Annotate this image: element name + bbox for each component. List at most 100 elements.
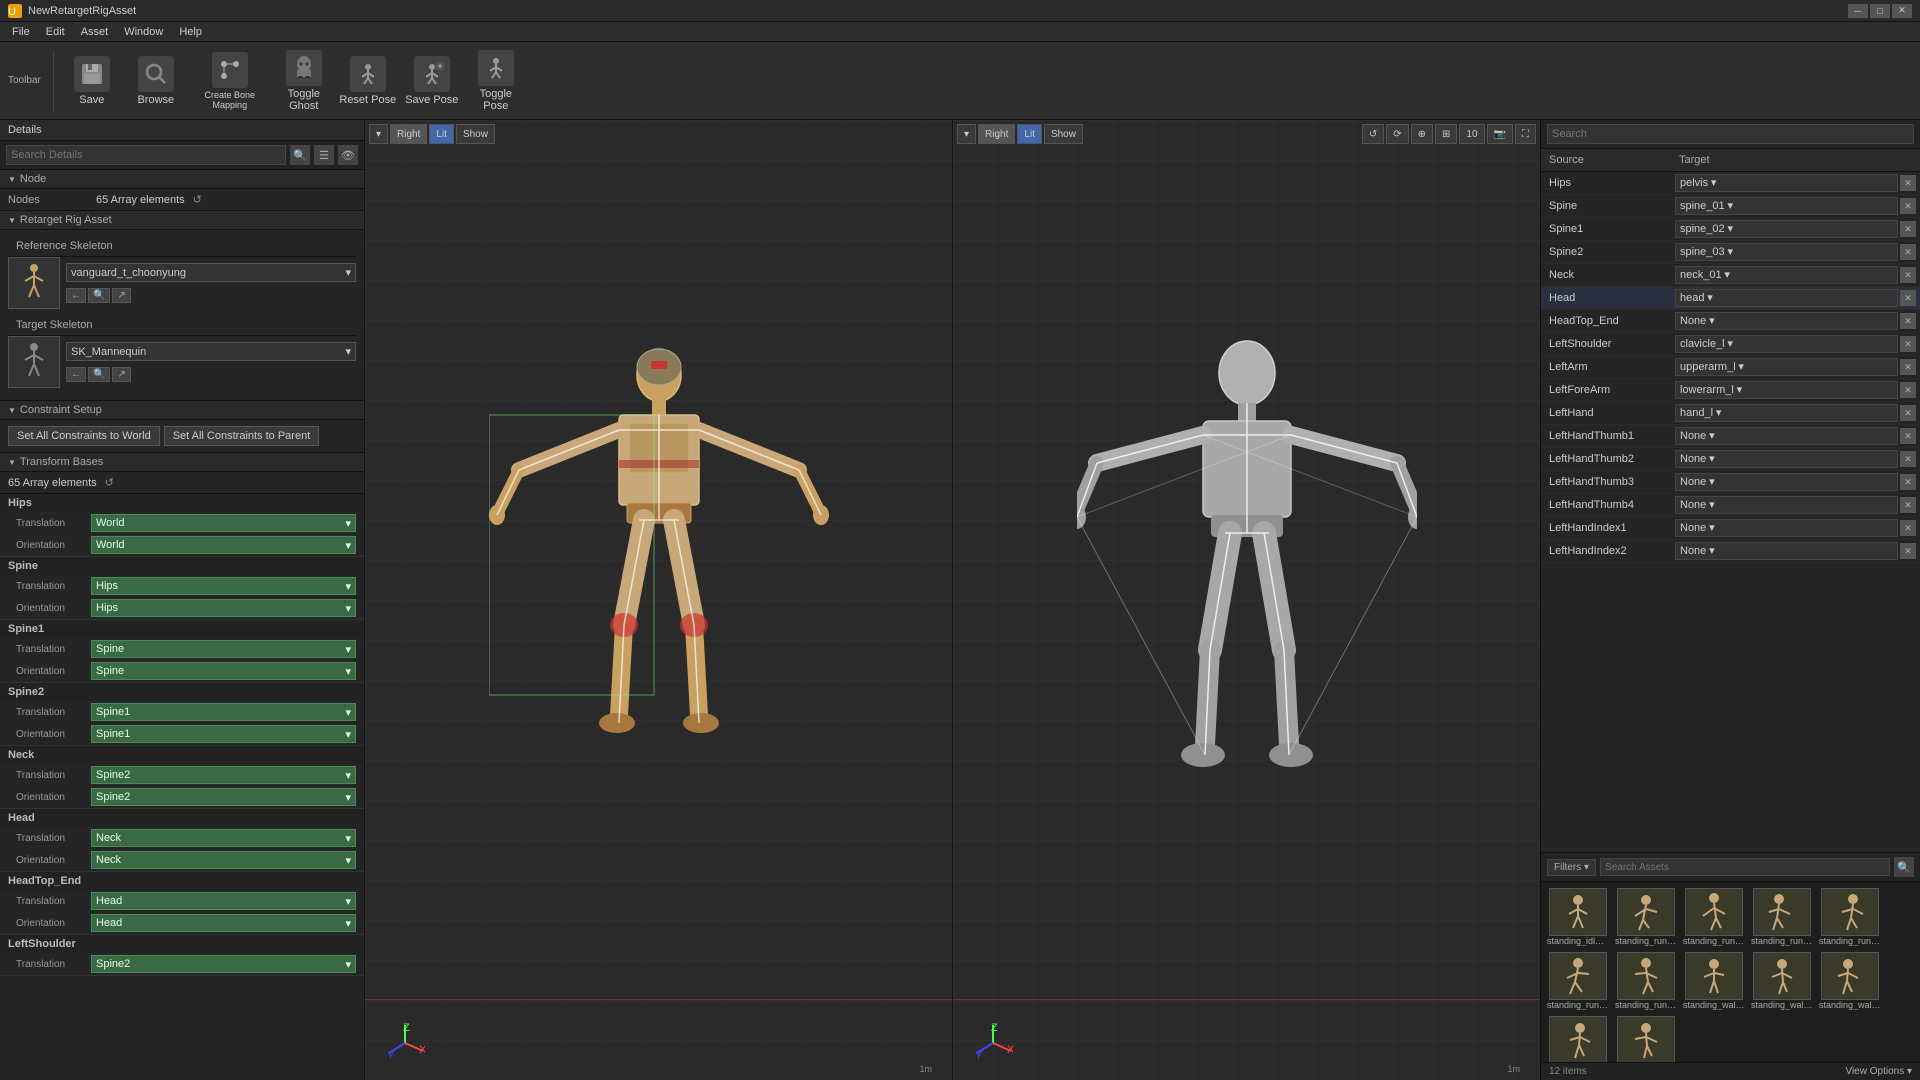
search-button[interactable]: 🔍: [290, 145, 310, 165]
target-skeleton-search-btn[interactable]: 🔍: [88, 367, 110, 382]
assets-search-input[interactable]: [1600, 858, 1890, 876]
menu-help[interactable]: Help: [171, 24, 210, 40]
mapping-spine1-clear[interactable]: ✕: [1900, 221, 1916, 237]
vp-right-camera[interactable]: 📷: [1487, 124, 1513, 144]
vp-right-dropdown[interactable]: ▾: [957, 124, 976, 144]
target-headtopend-select[interactable]: None ▾: [1675, 312, 1898, 330]
vp-left-dropdown[interactable]: ▾: [369, 124, 388, 144]
target-lefthandindex1-select[interactable]: None ▾: [1675, 519, 1898, 537]
assets-filter-button[interactable]: Filters ▾: [1547, 859, 1596, 876]
details-search-input[interactable]: [6, 145, 286, 165]
browse-button[interactable]: Browse: [126, 46, 186, 116]
vp-right-fov[interactable]: 10: [1459, 124, 1484, 144]
set-all-parent-button[interactable]: Set All Constraints to Parent: [164, 426, 320, 446]
node-section-header[interactable]: ▼ Node: [0, 170, 364, 189]
spine2-orientation-select[interactable]: Spine1 ▾: [91, 725, 356, 743]
asset-item-7[interactable]: standing_walk_back: [1681, 950, 1747, 1012]
eye-button[interactable]: 👁: [338, 145, 358, 165]
mapping-leftforearm-clear[interactable]: ✕: [1900, 382, 1916, 398]
reset-pose-button[interactable]: Reset Pose: [338, 46, 398, 116]
mapping-spine2-clear[interactable]: ✕: [1900, 244, 1916, 260]
mapping-spine-clear[interactable]: ✕: [1900, 198, 1916, 214]
close-button[interactable]: ✕: [1892, 4, 1912, 18]
vp-left-show[interactable]: Show: [456, 124, 495, 144]
mapping-neck-clear[interactable]: ✕: [1900, 267, 1916, 283]
mapping-lefthandthumb3-clear[interactable]: ✕: [1900, 474, 1916, 490]
menu-window[interactable]: Window: [116, 24, 171, 40]
view-options-button[interactable]: View Options ▾: [1845, 1066, 1912, 1077]
ref-skeleton-open-btn[interactable]: ↗: [112, 288, 130, 303]
mapping-lefthandthumb1-clear[interactable]: ✕: [1900, 428, 1916, 444]
ref-skeleton-back-btn[interactable]: ←: [66, 288, 86, 303]
vp-right-view[interactable]: Right: [978, 124, 1015, 144]
asset-item-10[interactable]: standing_walk_right: [1545, 1014, 1611, 1062]
assets-search-button[interactable]: 🔍: [1894, 857, 1914, 877]
target-leftarm-select[interactable]: upperarm_l ▾: [1675, 358, 1898, 376]
menu-edit[interactable]: Edit: [38, 24, 73, 40]
spine1-translation-select[interactable]: Spine ▾: [91, 640, 356, 658]
mapping-lefthandindex2-clear[interactable]: ✕: [1900, 543, 1916, 559]
spine1-orientation-select[interactable]: Spine ▾: [91, 662, 356, 680]
target-lefthandthumb1-select[interactable]: None ▾: [1675, 427, 1898, 445]
target-lefthand-select[interactable]: hand_l ▾: [1675, 404, 1898, 422]
details-scroll-area[interactable]: ▼ Node Nodes 65 Array elements ↺ ▼ Retar…: [0, 170, 364, 1080]
asset-item-9[interactable]: standing_walk_left: [1817, 950, 1883, 1012]
maximize-button[interactable]: □: [1870, 4, 1890, 18]
target-lefthandthumb2-select[interactable]: None ▾: [1675, 450, 1898, 468]
save-button[interactable]: Save: [62, 46, 122, 116]
ref-skeleton-select[interactable]: vanguard_t_choonyung ▾: [66, 263, 356, 282]
asset-item-6[interactable]: standing_run_90_right: [1613, 950, 1679, 1012]
target-neck-select[interactable]: neck_01 ▾: [1675, 266, 1898, 284]
spine-translation-select[interactable]: Hips ▾: [91, 577, 356, 595]
vp-left-lit[interactable]: Lit: [429, 124, 454, 144]
vp-right-lit[interactable]: Lit: [1017, 124, 1042, 144]
headtopend-translation-select[interactable]: Head ▾: [91, 892, 356, 910]
target-skeleton-open-btn[interactable]: ↗: [112, 367, 130, 382]
vp-right-tool3[interactable]: ⊕: [1411, 124, 1433, 144]
asset-item-11[interactable]: standing_turn_90_right: [1613, 1014, 1679, 1062]
leftshoulder-translation-select[interactable]: Spine2 ▾: [91, 955, 356, 973]
hips-translation-select[interactable]: World ▾: [91, 514, 356, 532]
retarget-rig-section-header[interactable]: ▼ Retarget Rig Asset: [0, 211, 364, 230]
toggle-ghost-button[interactable]: Toggle Ghost: [274, 46, 334, 116]
head-orientation-select[interactable]: Neck ▾: [91, 851, 356, 869]
transform-bases-header[interactable]: ▼ Transform Bases: [0, 453, 364, 472]
mapping-lefthandthumb4-clear[interactable]: ✕: [1900, 497, 1916, 513]
mapping-leftshoulder-clear[interactable]: ✕: [1900, 336, 1916, 352]
target-leftshoulder-select[interactable]: clavicle_l ▾: [1675, 335, 1898, 353]
target-hips-select[interactable]: pelvis ▾: [1675, 174, 1898, 192]
target-lefthandthumb3-select[interactable]: None ▾: [1675, 473, 1898, 491]
asset-item-0[interactable]: standing_idle_01: [1545, 886, 1611, 948]
viewport-left[interactable]: ▾ Right Lit Show: [365, 120, 953, 1080]
vp-right-show[interactable]: Show: [1044, 124, 1083, 144]
refresh-icon[interactable]: ↺: [193, 193, 202, 206]
mapping-leftarm-clear[interactable]: ✕: [1900, 359, 1916, 375]
minimize-button[interactable]: ─: [1848, 4, 1868, 18]
target-head-select[interactable]: head ▾: [1675, 289, 1898, 307]
asset-item-1[interactable]: standing_run_back: [1613, 886, 1679, 948]
target-lefthandthumb4-select[interactable]: None ▾: [1675, 496, 1898, 514]
mapping-search-input[interactable]: [1547, 124, 1914, 144]
vp-left-view[interactable]: Right: [390, 124, 427, 144]
set-all-world-button[interactable]: Set All Constraints to World: [8, 426, 160, 446]
target-skeleton-select[interactable]: SK_Mannequin ▾: [66, 342, 356, 361]
ref-skeleton-search-btn[interactable]: 🔍: [88, 288, 110, 303]
neck-translation-select[interactable]: Spine2 ▾: [91, 766, 356, 784]
asset-item-8[interactable]: standing_walk_forward: [1749, 950, 1815, 1012]
mapping-lefthand-clear[interactable]: ✕: [1900, 405, 1916, 421]
transform-refresh-icon[interactable]: ↺: [105, 476, 114, 489]
spine2-translation-select[interactable]: Spine1 ▾: [91, 703, 356, 721]
spine-orientation-select[interactable]: Hips ▾: [91, 599, 356, 617]
asset-item-4[interactable]: standing_run_right: [1817, 886, 1883, 948]
create-bone-mapping-button[interactable]: Create Bone Mapping: [190, 46, 270, 116]
constraint-setup-header[interactable]: ▼ Constraint Setup: [0, 401, 364, 420]
neck-orientation-select[interactable]: Spine2 ▾: [91, 788, 356, 806]
menu-file[interactable]: File: [4, 24, 38, 40]
head-translation-select[interactable]: Neck ▾: [91, 829, 356, 847]
mapping-hips-clear[interactable]: ✕: [1900, 175, 1916, 191]
target-spine2-select[interactable]: spine_03 ▾: [1675, 243, 1898, 261]
asset-item-2[interactable]: standing_run_forward: [1681, 886, 1747, 948]
menu-asset[interactable]: Asset: [73, 24, 117, 40]
target-leftforearm-select[interactable]: lowerarm_l ▾: [1675, 381, 1898, 399]
viewport-right[interactable]: ▾ Right Lit Show ↺ ⟳ ⊕ ⊞ 10 📷 ⛶: [953, 120, 1540, 1080]
